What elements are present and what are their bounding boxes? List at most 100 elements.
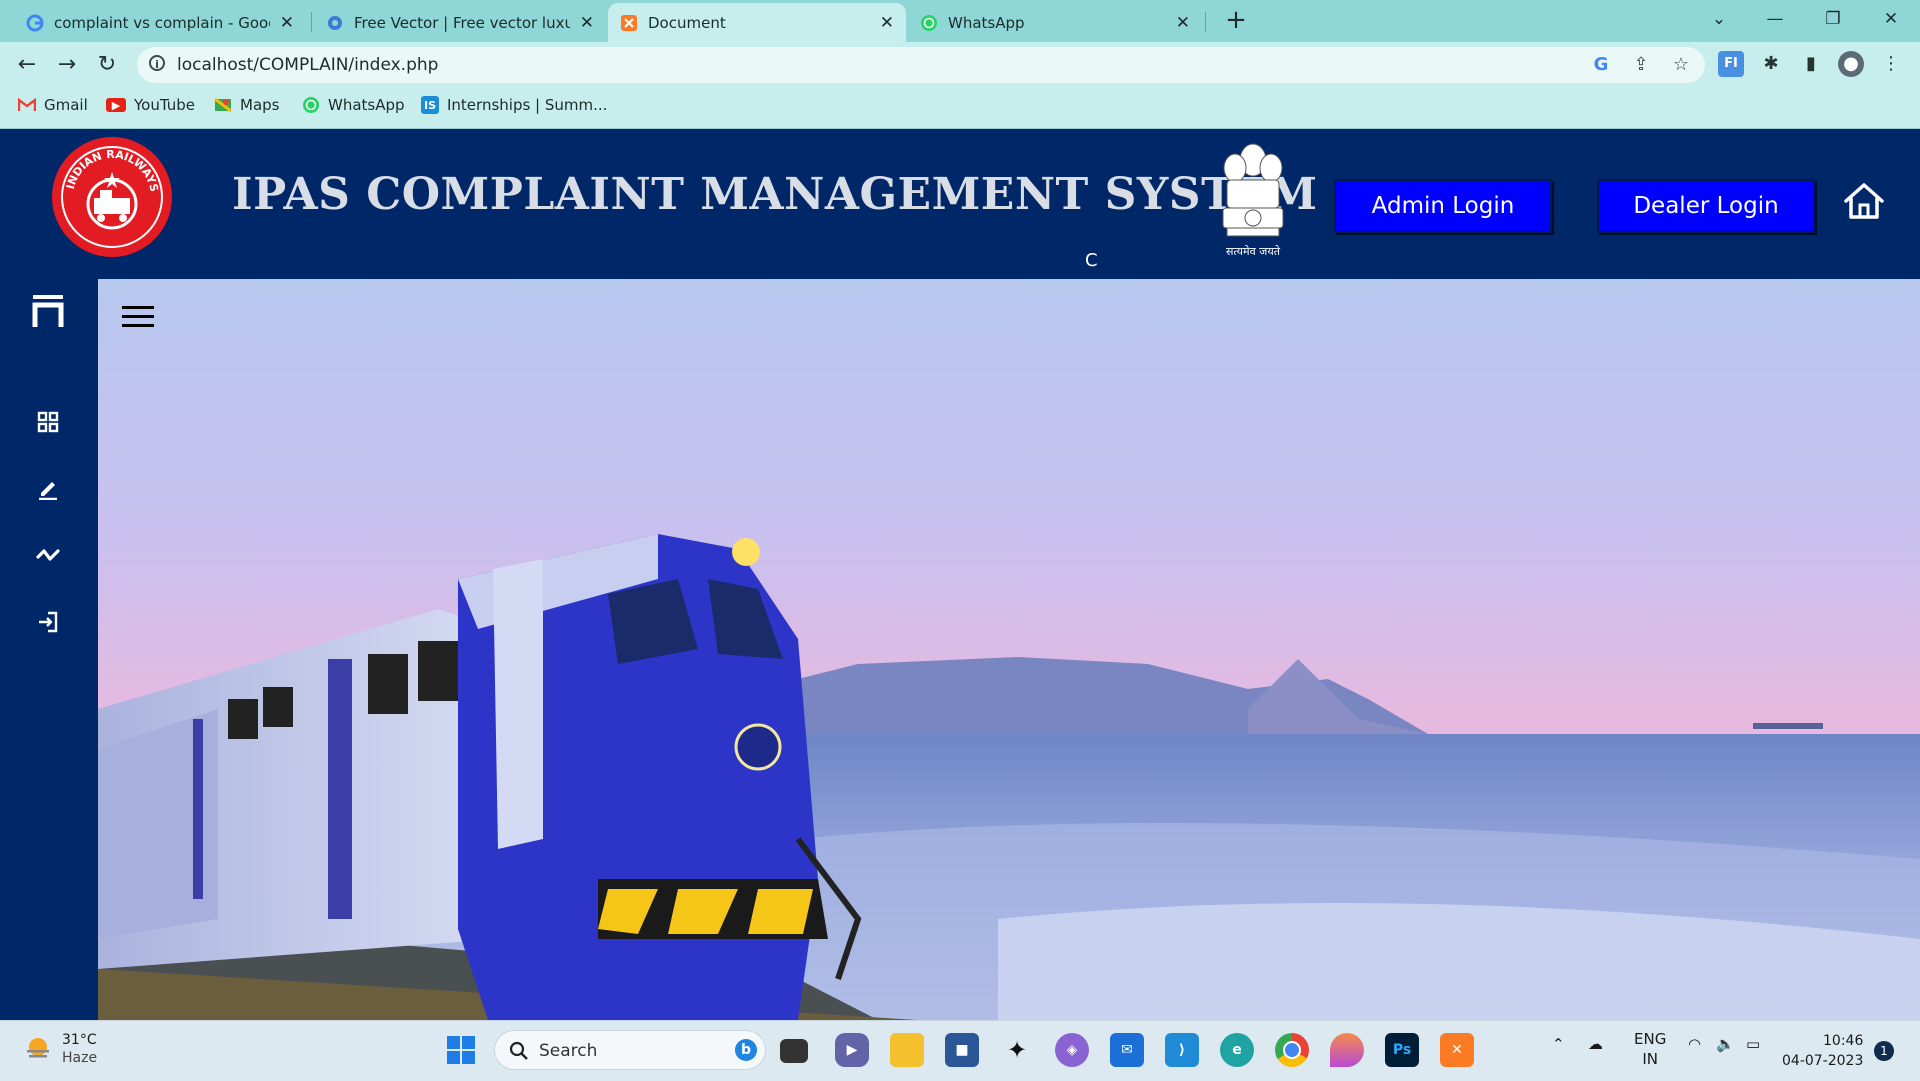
page-title: IPAS COMPLAINT MANAGEMENT SYSTEM <box>232 169 1318 220</box>
close-icon[interactable]: ✕ <box>280 13 294 33</box>
windows-start-icon[interactable] <box>444 1033 478 1067</box>
bookmark-whatsapp[interactable]: WhatsApp <box>302 96 405 114</box>
whatsapp-icon <box>920 14 938 32</box>
puzzle-extensions-icon[interactable]: ✱ <box>1758 51 1784 77</box>
activity-icon[interactable] <box>30 537 66 573</box>
bookmark-label: Maps <box>240 96 280 114</box>
dealer-login-button[interactable]: Dealer Login <box>1597 179 1815 233</box>
reload-icon[interactable]: ↻ <box>93 51 121 79</box>
weather-temp: 31°C <box>62 1032 97 1048</box>
vscode-icon[interactable]: ⟩ <box>1165 1033 1199 1067</box>
side-panel-icon[interactable]: ▮ <box>1798 51 1824 77</box>
home-icon[interactable] <box>1843 180 1885 222</box>
tab-title: Document <box>648 13 726 32</box>
bookmark-internshala[interactable]: IS Internships | Summ... <box>421 96 607 114</box>
new-tab-button[interactable]: + <box>1222 6 1250 34</box>
edge-icon[interactable]: e <box>1220 1033 1254 1067</box>
train-by-sea-image <box>98 279 1920 1020</box>
extension-icon[interactable]: FI <box>1718 51 1744 77</box>
back-arrow-icon[interactable]: ← <box>13 51 41 79</box>
tray-chevron-up-icon[interactable]: ⌃ <box>1552 1035 1565 1053</box>
tab-google-search[interactable]: complaint vs complain - Google ✕ <box>14 3 306 42</box>
close-icon[interactable]: ✕ <box>1176 13 1190 33</box>
google-lens-icon[interactable]: G <box>1589 53 1613 77</box>
admin-login-button[interactable]: Admin Login <box>1334 179 1552 233</box>
dropbox-icon[interactable]: ✦ <box>1000 1033 1034 1067</box>
weather-desc: Haze <box>62 1050 98 1066</box>
url-text: localhost/COMPLAIN/index.php <box>177 55 439 75</box>
tab-divider <box>1205 12 1206 32</box>
sidebar-logo-icon[interactable] <box>30 293 66 329</box>
emblem-motto: सत्यमेव जयते <box>1226 245 1281 258</box>
copilot-icon[interactable]: ◈ <box>1055 1033 1089 1067</box>
bookmark-star-icon[interactable]: ☆ <box>1669 53 1693 77</box>
search-label: Search <box>539 1041 598 1061</box>
wifi-icon[interactable]: ◠ <box>1688 1035 1701 1053</box>
mail-icon[interactable]: ✉ <box>1110 1033 1144 1067</box>
lang-region: IN <box>1642 1050 1658 1068</box>
taskbar-search-input[interactable]: Search b <box>494 1030 766 1070</box>
paint-icon[interactable] <box>1330 1033 1364 1067</box>
bookmark-maps[interactable]: Maps <box>214 96 279 114</box>
address-bar[interactable]: i localhost/COMPLAIN/index.php G ⇪ ☆ <box>137 47 1705 83</box>
logout-icon[interactable] <box>30 604 66 640</box>
stray-heading-char: C <box>1085 250 1098 271</box>
task-view-icon[interactable] <box>780 1039 808 1063</box>
edit-icon[interactable] <box>30 470 66 506</box>
clock-date: 04-07-2023 <box>1782 1053 1864 1069</box>
gmail-icon <box>18 96 36 114</box>
weather-widget[interactable]: 31°C Haze <box>24 1031 97 1067</box>
whatsapp-icon <box>302 96 320 114</box>
google-icon <box>26 14 44 32</box>
windows-taskbar: 31°C Haze Search b ▶ ■ ✦ ◈ ✉ ⟩ e Ps ✕ ⌃ … <box>0 1020 1920 1081</box>
window-close-button[interactable]: ✕ <box>1868 4 1914 34</box>
maps-icon <box>214 96 232 114</box>
bookmark-youtube[interactable]: ▶ YouTube <box>106 96 195 114</box>
hamburger-menu-icon[interactable] <box>122 304 154 330</box>
dashboard-icon[interactable] <box>30 404 66 440</box>
hero-banner <box>98 279 1920 1020</box>
bookmark-gmail[interactable]: Gmail <box>18 96 88 114</box>
language-indicator[interactable]: ENG IN <box>1634 1029 1666 1069</box>
teams-chat-icon[interactable]: ▶ <box>835 1033 869 1067</box>
xampp-icon[interactable]: ✕ <box>1440 1033 1474 1067</box>
bookmark-label: YouTube <box>134 96 195 114</box>
tab-title: WhatsApp <box>948 13 1025 32</box>
tab-freepik[interactable]: Free Vector | Free vector luxury b ✕ <box>314 3 606 42</box>
internshala-icon: IS <box>421 96 439 114</box>
notification-badge[interactable]: 1 <box>1874 1041 1894 1061</box>
file-explorer-icon[interactable] <box>890 1033 924 1067</box>
onedrive-icon[interactable]: ☁ <box>1588 1035 1603 1053</box>
share-icon[interactable]: ⇪ <box>1629 53 1653 77</box>
bookmark-label: Gmail <box>44 96 88 114</box>
bookmark-label: WhatsApp <box>328 96 405 114</box>
xampp-icon <box>620 14 638 32</box>
clock-time: 10:46 <box>1823 1033 1864 1049</box>
menu-kebab-icon[interactable]: ⋮ <box>1878 51 1904 77</box>
minimize-button[interactable]: — <box>1752 4 1798 34</box>
tab-whatsapp[interactable]: WhatsApp ✕ <box>908 3 1202 42</box>
tab-search-chevron-icon[interactable]: ⌄ <box>1696 4 1742 34</box>
indian-railways-logo: INDIAN RAILWAYS <box>52 137 172 257</box>
close-icon[interactable]: ✕ <box>880 13 894 33</box>
site-info-icon[interactable]: i <box>149 55 165 71</box>
battery-icon[interactable]: ▭ <box>1746 1035 1760 1053</box>
volume-icon[interactable]: 🔈 <box>1716 1035 1735 1053</box>
browser-tab-strip: complaint vs complain - Google ✕ Free Ve… <box>0 0 1920 42</box>
national-emblem-icon: सत्यमेव जयते <box>1222 143 1284 258</box>
system-clock[interactable]: 10:46 04-07-2023 <box>1782 1031 1863 1071</box>
app-header: INDIAN RAILWAYS IPAS COMPLAINT MANAGEMEN… <box>0 129 1920 279</box>
search-icon <box>509 1041 528 1060</box>
forward-arrow-icon[interactable]: → <box>53 51 81 79</box>
tab-document[interactable]: Document ✕ <box>608 3 906 42</box>
microsoft-store-icon[interactable]: ■ <box>945 1033 979 1067</box>
bookmark-label: Internships | Summ... <box>447 96 608 114</box>
close-icon[interactable]: ✕ <box>580 13 594 33</box>
profile-avatar[interactable]: ● <box>1838 51 1864 77</box>
sidebar <box>0 279 98 1020</box>
lang-code: ENG <box>1634 1030 1667 1048</box>
chrome-icon[interactable] <box>1275 1033 1309 1067</box>
restore-button[interactable]: ❐ <box>1810 4 1856 34</box>
bing-icon[interactable]: b <box>735 1039 757 1061</box>
photoshop-icon[interactable]: Ps <box>1385 1033 1419 1067</box>
